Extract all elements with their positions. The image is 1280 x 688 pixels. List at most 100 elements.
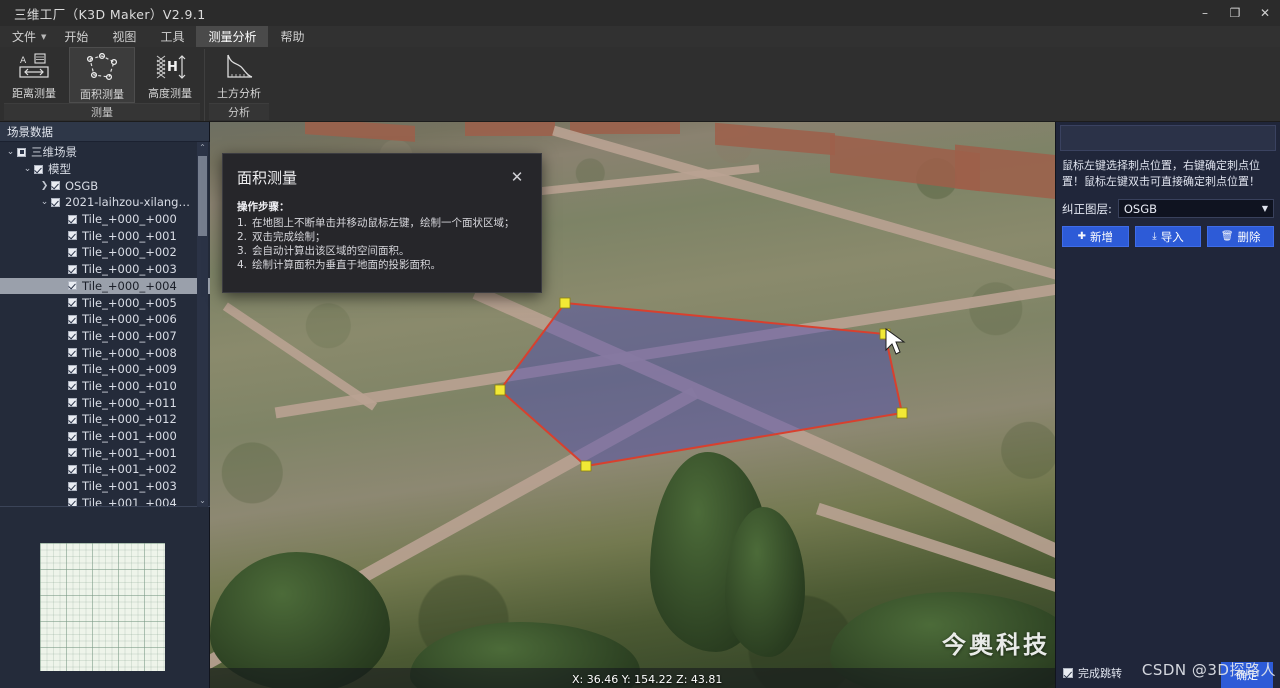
tree-node[interactable]: Tile_+000_+012 bbox=[0, 411, 210, 428]
scene-tree-scrollbar[interactable]: ⌃ ⌄ bbox=[197, 142, 208, 507]
checkbox-icon[interactable] bbox=[68, 465, 77, 474]
polygon-vertex-handle[interactable] bbox=[495, 385, 505, 395]
menu-item-file[interactable]: 文件 ▼ bbox=[0, 26, 52, 47]
ribbon-button-distance-measure[interactable]: A 距离测量 bbox=[1, 47, 67, 103]
checkbox-icon[interactable] bbox=[68, 348, 77, 357]
tree-node-label: Tile_+001_+004 bbox=[82, 496, 177, 507]
tree-node[interactable]: Tile_+000_+005 bbox=[0, 294, 210, 311]
panel-tab-strip[interactable] bbox=[1060, 125, 1276, 151]
tree-node-label: Tile_+000_+007 bbox=[82, 329, 177, 343]
tree-node-label: Tile_+001_+002 bbox=[82, 462, 177, 476]
checkbox-icon[interactable] bbox=[17, 148, 26, 157]
polygon-vertex-handle[interactable] bbox=[560, 298, 570, 308]
minimize-icon[interactable]: – bbox=[1190, 0, 1220, 26]
scroll-up-icon[interactable]: ⌃ bbox=[199, 142, 206, 154]
dialog-step-number: 1. bbox=[237, 216, 252, 230]
measurement-polygon[interactable] bbox=[500, 303, 902, 466]
dialog-step: 1.在地图上不断单击并移动鼠标左键，绘制一个面状区域； bbox=[237, 216, 527, 230]
tree-node[interactable]: Tile_+001_+002 bbox=[0, 461, 210, 478]
checkbox-icon[interactable] bbox=[68, 248, 77, 257]
checkbox-icon[interactable] bbox=[68, 281, 77, 290]
ribbon-button-distance-measure-label: 距离测量 bbox=[12, 85, 56, 101]
ribbon-button-earthwork-analysis[interactable]: 土方分析 bbox=[206, 47, 272, 103]
checkbox-icon[interactable] bbox=[51, 198, 60, 207]
tree-node-label: Tile_+001_+001 bbox=[82, 446, 177, 460]
tree-node[interactable]: Tile_+000_+006 bbox=[0, 311, 210, 328]
checkbox-icon[interactable] bbox=[68, 265, 77, 274]
import-button[interactable]: ⤓ 导入 bbox=[1135, 226, 1202, 247]
tree-node[interactable]: Tile_+001_+000 bbox=[0, 428, 210, 445]
close-icon[interactable]: ✕ bbox=[507, 167, 527, 187]
ribbon-button-earthwork-analysis-label: 土方分析 bbox=[217, 85, 261, 101]
close-icon[interactable]: ✕ bbox=[1250, 0, 1280, 26]
checkbox-icon[interactable] bbox=[68, 448, 77, 457]
tree-node-label: Tile_+000_+006 bbox=[82, 312, 177, 326]
checkbox-icon[interactable] bbox=[68, 432, 77, 441]
scene-tree[interactable]: ⌄三维场景⌄模型❯OSGB⌄2021-laihzou-xilangzi...Ti… bbox=[0, 142, 210, 507]
tree-node[interactable]: Tile_+001_+003 bbox=[0, 478, 210, 495]
menu-item-view[interactable]: 视图 bbox=[100, 26, 148, 47]
dialog-step-number: 3. bbox=[237, 244, 252, 258]
tree-node[interactable]: Tile_+000_+009 bbox=[0, 361, 210, 378]
scroll-down-icon[interactable]: ⌄ bbox=[199, 495, 206, 507]
tree-node[interactable]: ❯OSGB bbox=[0, 177, 210, 194]
finish-jump-checkbox[interactable]: 完成跳转 bbox=[1063, 665, 1122, 681]
tree-node-label: Tile_+001_+000 bbox=[82, 429, 177, 443]
chevron-down-icon[interactable]: ⌄ bbox=[38, 197, 51, 207]
tree-node[interactable]: Tile_+001_+001 bbox=[0, 444, 210, 461]
checkbox-icon[interactable] bbox=[68, 298, 77, 307]
minimap-grid[interactable] bbox=[40, 543, 165, 671]
tree-node[interactable]: Tile_+000_+011 bbox=[0, 394, 210, 411]
checkbox-icon[interactable] bbox=[68, 415, 77, 424]
dialog-step-text: 在地图上不断单击并移动鼠标左键，绘制一个面状区域； bbox=[252, 216, 515, 230]
menu-item-measure-analysis[interactable]: 测量分析 bbox=[196, 26, 268, 47]
checkbox-icon[interactable] bbox=[51, 181, 60, 190]
add-button[interactable]: ✚ 新增 bbox=[1062, 226, 1129, 247]
delete-button[interactable]: 🗑 删除 bbox=[1207, 226, 1274, 247]
tree-node[interactable]: ⌄三维场景 bbox=[0, 144, 210, 161]
tree-node-label: Tile_+000_+004 bbox=[82, 279, 177, 293]
menu-item-help[interactable]: 帮助 bbox=[268, 26, 316, 47]
checkbox-icon[interactable] bbox=[68, 498, 77, 507]
checkbox-icon[interactable] bbox=[34, 165, 43, 174]
scene-data-header: 场景数据 bbox=[0, 122, 209, 142]
tree-node[interactable]: Tile_+001_+004 bbox=[0, 494, 210, 507]
confirm-button[interactable]: 确定 bbox=[1221, 662, 1273, 688]
checkbox-icon[interactable] bbox=[68, 482, 77, 491]
chevron-down-icon[interactable]: ⌄ bbox=[21, 164, 34, 174]
tree-node[interactable]: ⌄模型 bbox=[0, 161, 210, 178]
chevron-down-icon: ▼ bbox=[1262, 204, 1268, 213]
polygon-vertex-handle[interactable] bbox=[897, 408, 907, 418]
chevron-down-icon[interactable]: ⌄ bbox=[4, 147, 17, 157]
checkbox-icon[interactable] bbox=[68, 381, 77, 390]
checkbox-icon[interactable] bbox=[68, 231, 77, 240]
ribbon-group-analysis: 土方分析 分析 bbox=[205, 47, 273, 122]
menu-item-tools[interactable]: 工具 bbox=[148, 26, 196, 47]
menu-item-start[interactable]: 开始 bbox=[52, 26, 100, 47]
tree-node[interactable]: Tile_+000_+002 bbox=[0, 244, 210, 261]
tree-node-label: Tile_+000_+001 bbox=[82, 229, 177, 243]
tree-node[interactable]: Tile_+000_+000 bbox=[0, 211, 210, 228]
ribbon-button-height-measure[interactable]: H 高度测量 bbox=[137, 47, 203, 103]
tree-node[interactable]: Tile_+000_+007 bbox=[0, 328, 210, 345]
scrollbar-thumb[interactable] bbox=[198, 156, 207, 236]
polygon-vertex-handle[interactable] bbox=[581, 461, 591, 471]
tree-node[interactable]: ⌄2021-laihzou-xilangzi... bbox=[0, 194, 210, 211]
tree-node[interactable]: Tile_+000_+004 bbox=[0, 278, 210, 295]
app-title: 三维工厂（K3D Maker）V2.9.1 bbox=[14, 4, 206, 23]
checkbox-icon[interactable] bbox=[68, 215, 77, 224]
tree-node[interactable]: Tile_+000_+008 bbox=[0, 344, 210, 361]
checkbox-icon[interactable] bbox=[68, 398, 77, 407]
tree-node[interactable]: Tile_+000_+010 bbox=[0, 378, 210, 395]
panel-action-buttons: ✚ 新增 ⤓ 导入 🗑 删除 bbox=[1062, 226, 1274, 247]
maximize-icon[interactable]: ❐ bbox=[1220, 0, 1250, 26]
checkbox-icon[interactable] bbox=[68, 365, 77, 374]
tree-node[interactable]: Tile_+000_+001 bbox=[0, 227, 210, 244]
chevron-right-icon[interactable]: ❯ bbox=[38, 181, 51, 191]
checkbox-icon[interactable] bbox=[68, 331, 77, 340]
area-measurement-dialog[interactable]: 面积测量 ✕ 操作步骤： 1.在地图上不断单击并移动鼠标左键，绘制一个面状区域；… bbox=[222, 153, 542, 293]
correction-layer-select[interactable]: OSGB ▼ bbox=[1118, 199, 1274, 218]
checkbox-icon[interactable] bbox=[68, 315, 77, 324]
tree-node[interactable]: Tile_+000_+003 bbox=[0, 261, 210, 278]
ribbon-button-area-measure[interactable]: 面积测量 bbox=[69, 47, 135, 103]
